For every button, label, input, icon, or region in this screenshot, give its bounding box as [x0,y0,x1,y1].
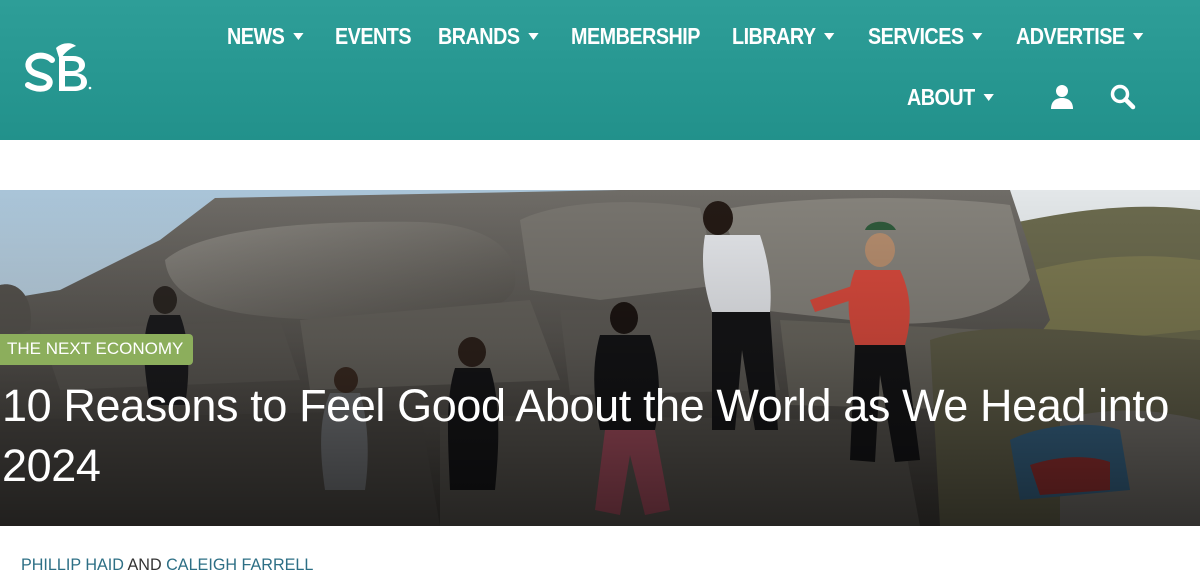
nav-item-services-label: SERVICES [868,23,964,49]
nav-item-brands[interactable]: BRANDS [438,23,539,49]
account-button[interactable] [1051,84,1073,115]
nav-item-news-label: NEWS [227,23,285,49]
chevron-down-icon [292,33,304,40]
nav-item-membership[interactable]: MEMBERSHIP [571,25,700,48]
site-logo[interactable] [22,42,94,96]
chevron-down-icon [528,33,539,40]
nav-item-services[interactable]: SERVICES [868,23,983,49]
site-header: NEWS EVENTS BRANDS MEMBERSHIP LIBRARY SE… [0,0,1200,140]
author-link-2[interactable]: CALEIGH FARRELL [166,555,313,574]
user-icon [1051,85,1073,109]
chevron-down-icon [972,33,983,40]
category-badge[interactable]: THE NEXT ECONOMY [0,334,194,365]
search-button[interactable] [1110,84,1136,115]
byline-connector: AND [127,555,162,574]
nav-item-library-label: LIBRARY [732,23,816,49]
chevron-down-icon [1133,33,1144,40]
chevron-down-icon [983,94,994,101]
nav-item-library[interactable]: LIBRARY [732,23,835,49]
author-link-1[interactable]: PHILLIP HAID [21,555,124,574]
search-icon [1110,84,1136,110]
nav-item-about-label: ABOUT [907,84,975,110]
nav-item-events-label: EVENTS [335,23,412,49]
chevron-down-icon [824,33,835,40]
nav-item-advertise-label: ADVERTISE [1016,23,1125,49]
nav-item-brands-label: BRANDS [438,23,520,49]
nav-item-events[interactable]: EVENTS [335,23,412,49]
sb-logo-icon [25,43,92,92]
nav-item-news[interactable]: NEWS [227,23,304,49]
article-title: 10 Reasons to Feel Good About the World … [2,380,1170,491]
nav-item-about[interactable]: ABOUT [907,86,994,109]
byline: PHILLIP HAID AND CALEIGH FARRELL [21,555,313,575]
nav-item-advertise[interactable]: ADVERTISE [1016,23,1144,49]
nav-item-membership-label: MEMBERSHIP [571,23,700,49]
